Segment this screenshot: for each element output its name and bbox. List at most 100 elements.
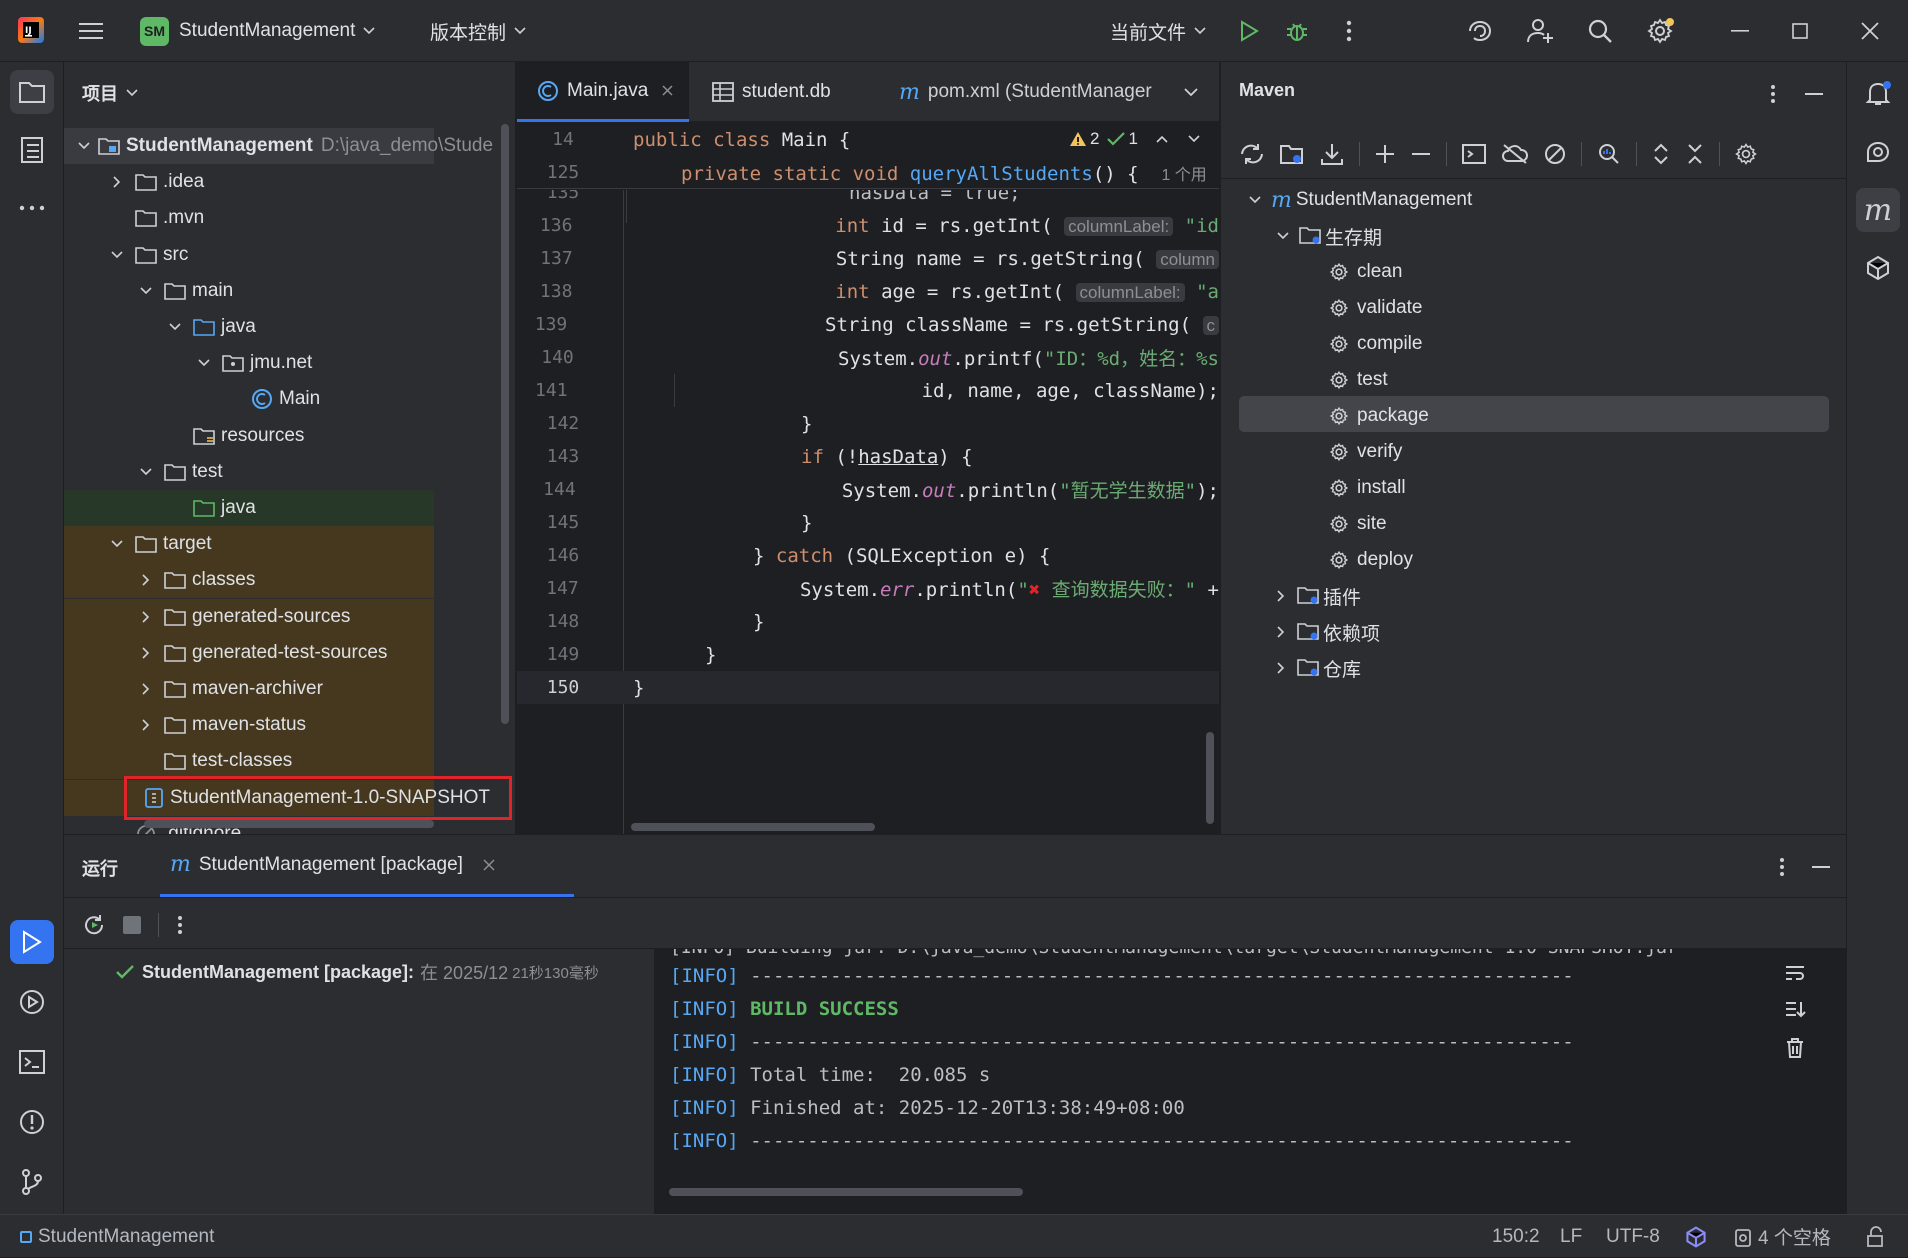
maximize-icon[interactable] <box>1780 16 1820 46</box>
tabs-dropdown-icon[interactable] <box>1177 80 1205 104</box>
collapse-all-icon[interactable] <box>1685 142 1705 166</box>
more-tools-icon[interactable] <box>10 186 54 230</box>
vcs-menu[interactable]: 版本控制 <box>430 14 526 48</box>
lock-icon[interactable] <box>1862 1223 1890 1251</box>
maven-phase-install[interactable]: install <box>1329 470 1406 506</box>
chevron-right-icon[interactable] <box>1277 662 1285 674</box>
tree-horizontal-scrollbar[interactable] <box>144 820 434 828</box>
chevron-down-icon[interactable] <box>78 142 90 150</box>
tree-item[interactable]: main <box>64 273 434 309</box>
tree-item[interactable]: target <box>64 526 434 563</box>
project-switcher[interactable]: SM StudentManagement <box>140 14 375 48</box>
download-icon[interactable] <box>1319 142 1345 166</box>
run-tool-icon[interactable] <box>10 920 54 964</box>
close-icon[interactable] <box>1850 16 1890 46</box>
editor-vertical-scrollbar[interactable] <box>1206 732 1214 824</box>
chevron-down-icon[interactable] <box>136 468 156 476</box>
maven-phase-clean[interactable]: clean <box>1329 254 1402 290</box>
structure-icon[interactable] <box>10 128 54 172</box>
tree-item[interactable]: java <box>64 490 434 526</box>
tree-item[interactable]: jmu.net <box>64 345 434 381</box>
chevron-down-icon[interactable] <box>165 323 185 331</box>
console-horizontal-scrollbar[interactable] <box>669 1188 1023 1196</box>
maven-phase-site[interactable]: site <box>1329 506 1387 542</box>
tree-item[interactable]: classes <box>64 562 434 599</box>
more-vertical-icon[interactable] <box>1334 16 1364 46</box>
maven-group[interactable]: 依赖项 <box>1277 614 1380 650</box>
chevron-up-icon[interactable] <box>1156 135 1168 143</box>
maven-phase-package[interactable]: package <box>1329 398 1429 434</box>
stop-icon[interactable] <box>118 911 146 939</box>
indent-widget[interactable]: 4 个空格 <box>1734 1215 1831 1258</box>
chevron-down-icon[interactable] <box>107 540 127 548</box>
tree-vertical-scrollbar[interactable] <box>501 124 509 724</box>
main-menu-icon[interactable] <box>76 16 106 46</box>
chevron-right-icon[interactable] <box>136 611 156 623</box>
chevron-right-icon[interactable] <box>136 719 156 731</box>
ai-assistant-icon[interactable] <box>1464 15 1496 47</box>
chevron-down-icon[interactable] <box>1277 232 1289 240</box>
more-vertical-icon[interactable] <box>1770 853 1794 881</box>
tree-item[interactable]: generated-sources <box>64 598 434 635</box>
maven-tool-icon[interactable]: m <box>1856 188 1900 232</box>
execute-goal-icon[interactable] <box>1461 143 1487 165</box>
close-tab-icon[interactable] <box>483 858 495 871</box>
git-branch-icon[interactable] <box>10 1160 54 1204</box>
maven-phase-deploy[interactable]: deploy <box>1329 542 1413 578</box>
maven-group[interactable]: 仓库 <box>1277 650 1361 686</box>
caret-position[interactable]: 150:2 <box>1492 1215 1540 1258</box>
tree-item[interactable]: .mvn <box>64 200 434 236</box>
hide-panel-icon[interactable] <box>1801 80 1827 108</box>
project-view-selector[interactable]: 项目 <box>82 78 138 108</box>
chevron-right-icon[interactable] <box>136 574 156 586</box>
more-vertical-icon[interactable] <box>1761 80 1785 108</box>
run-tab[interactable]: m StudentManagement [package] <box>160 835 574 897</box>
soft-wrap-icon[interactable] <box>1782 961 1808 987</box>
chevron-right-icon[interactable] <box>136 647 156 659</box>
tree-item[interactable]: generated-test-sources <box>64 634 434 671</box>
notifications-bell-icon[interactable] <box>1856 72 1900 116</box>
code-area[interactable]: 135 hasData = true; 136 int id = rs.getInt… <box>517 190 1219 834</box>
inspection-widget[interactable]: 2 1 <box>1069 129 1200 149</box>
tree-item[interactable]: src <box>64 237 434 273</box>
problems-icon[interactable] <box>10 1100 54 1144</box>
ai-widget-icon[interactable] <box>1682 1223 1710 1251</box>
chevron-down-icon[interactable] <box>136 287 156 295</box>
close-tab-icon[interactable] <box>662 85 673 96</box>
settings-gear-icon[interactable] <box>1644 15 1676 47</box>
tree-item[interactable]: resources <box>64 418 434 454</box>
chevron-right-icon[interactable] <box>1277 626 1285 638</box>
rerun-icon[interactable] <box>80 911 108 939</box>
chevron-down-icon[interactable] <box>107 251 127 259</box>
tab-student-db[interactable]: student.db <box>712 62 831 122</box>
more-vertical-icon[interactable] <box>170 911 190 939</box>
maven-root[interactable]: m StudentManagement <box>1249 182 1472 218</box>
maven-phase-verify[interactable]: verify <box>1329 434 1402 470</box>
hide-panel-icon[interactable] <box>1808 853 1834 881</box>
console-output[interactable]: [INFO] Building jar: D:\java_demo\Studen… <box>655 949 1846 1215</box>
tree-item[interactable]: Main <box>64 381 434 417</box>
tree-item[interactable]: test <box>64 454 434 490</box>
clear-all-icon[interactable] <box>1782 1035 1808 1061</box>
minus-icon[interactable] <box>1410 143 1432 165</box>
maven-settings-icon[interactable] <box>1734 142 1758 166</box>
plus-icon[interactable] <box>1374 143 1396 165</box>
ai-chat-icon[interactable] <box>1856 130 1900 174</box>
terminal-icon[interactable] <box>10 1040 54 1084</box>
tree-item[interactable]: test-classes <box>64 743 434 780</box>
tree-item[interactable]: StudentManagement-1.0-SNAPSHOT <box>64 775 512 820</box>
run-result-item[interactable]: StudentManagement [package]: 在 2025/12 2… <box>116 955 599 989</box>
debug-icon[interactable] <box>1282 16 1312 46</box>
offline-mode-icon[interactable] <box>1501 143 1529 165</box>
tab-pom-xml[interactable]: m pom.xml (StudentManager <box>899 62 1161 122</box>
add-project-icon[interactable] <box>1279 142 1305 166</box>
minimize-icon[interactable] <box>1720 16 1760 46</box>
chevron-down-icon[interactable] <box>1188 135 1200 143</box>
add-user-icon[interactable] <box>1524 15 1556 47</box>
database-icon[interactable] <box>1856 246 1900 290</box>
tree-item[interactable]: StudentManagement D:\java_demo\Stude <box>64 128 493 164</box>
line-separator[interactable]: LF <box>1560 1215 1582 1258</box>
scroll-to-end-icon[interactable] <box>1782 997 1808 1023</box>
skip-tests-icon[interactable] <box>1543 142 1567 166</box>
search-icon[interactable] <box>1584 15 1616 47</box>
